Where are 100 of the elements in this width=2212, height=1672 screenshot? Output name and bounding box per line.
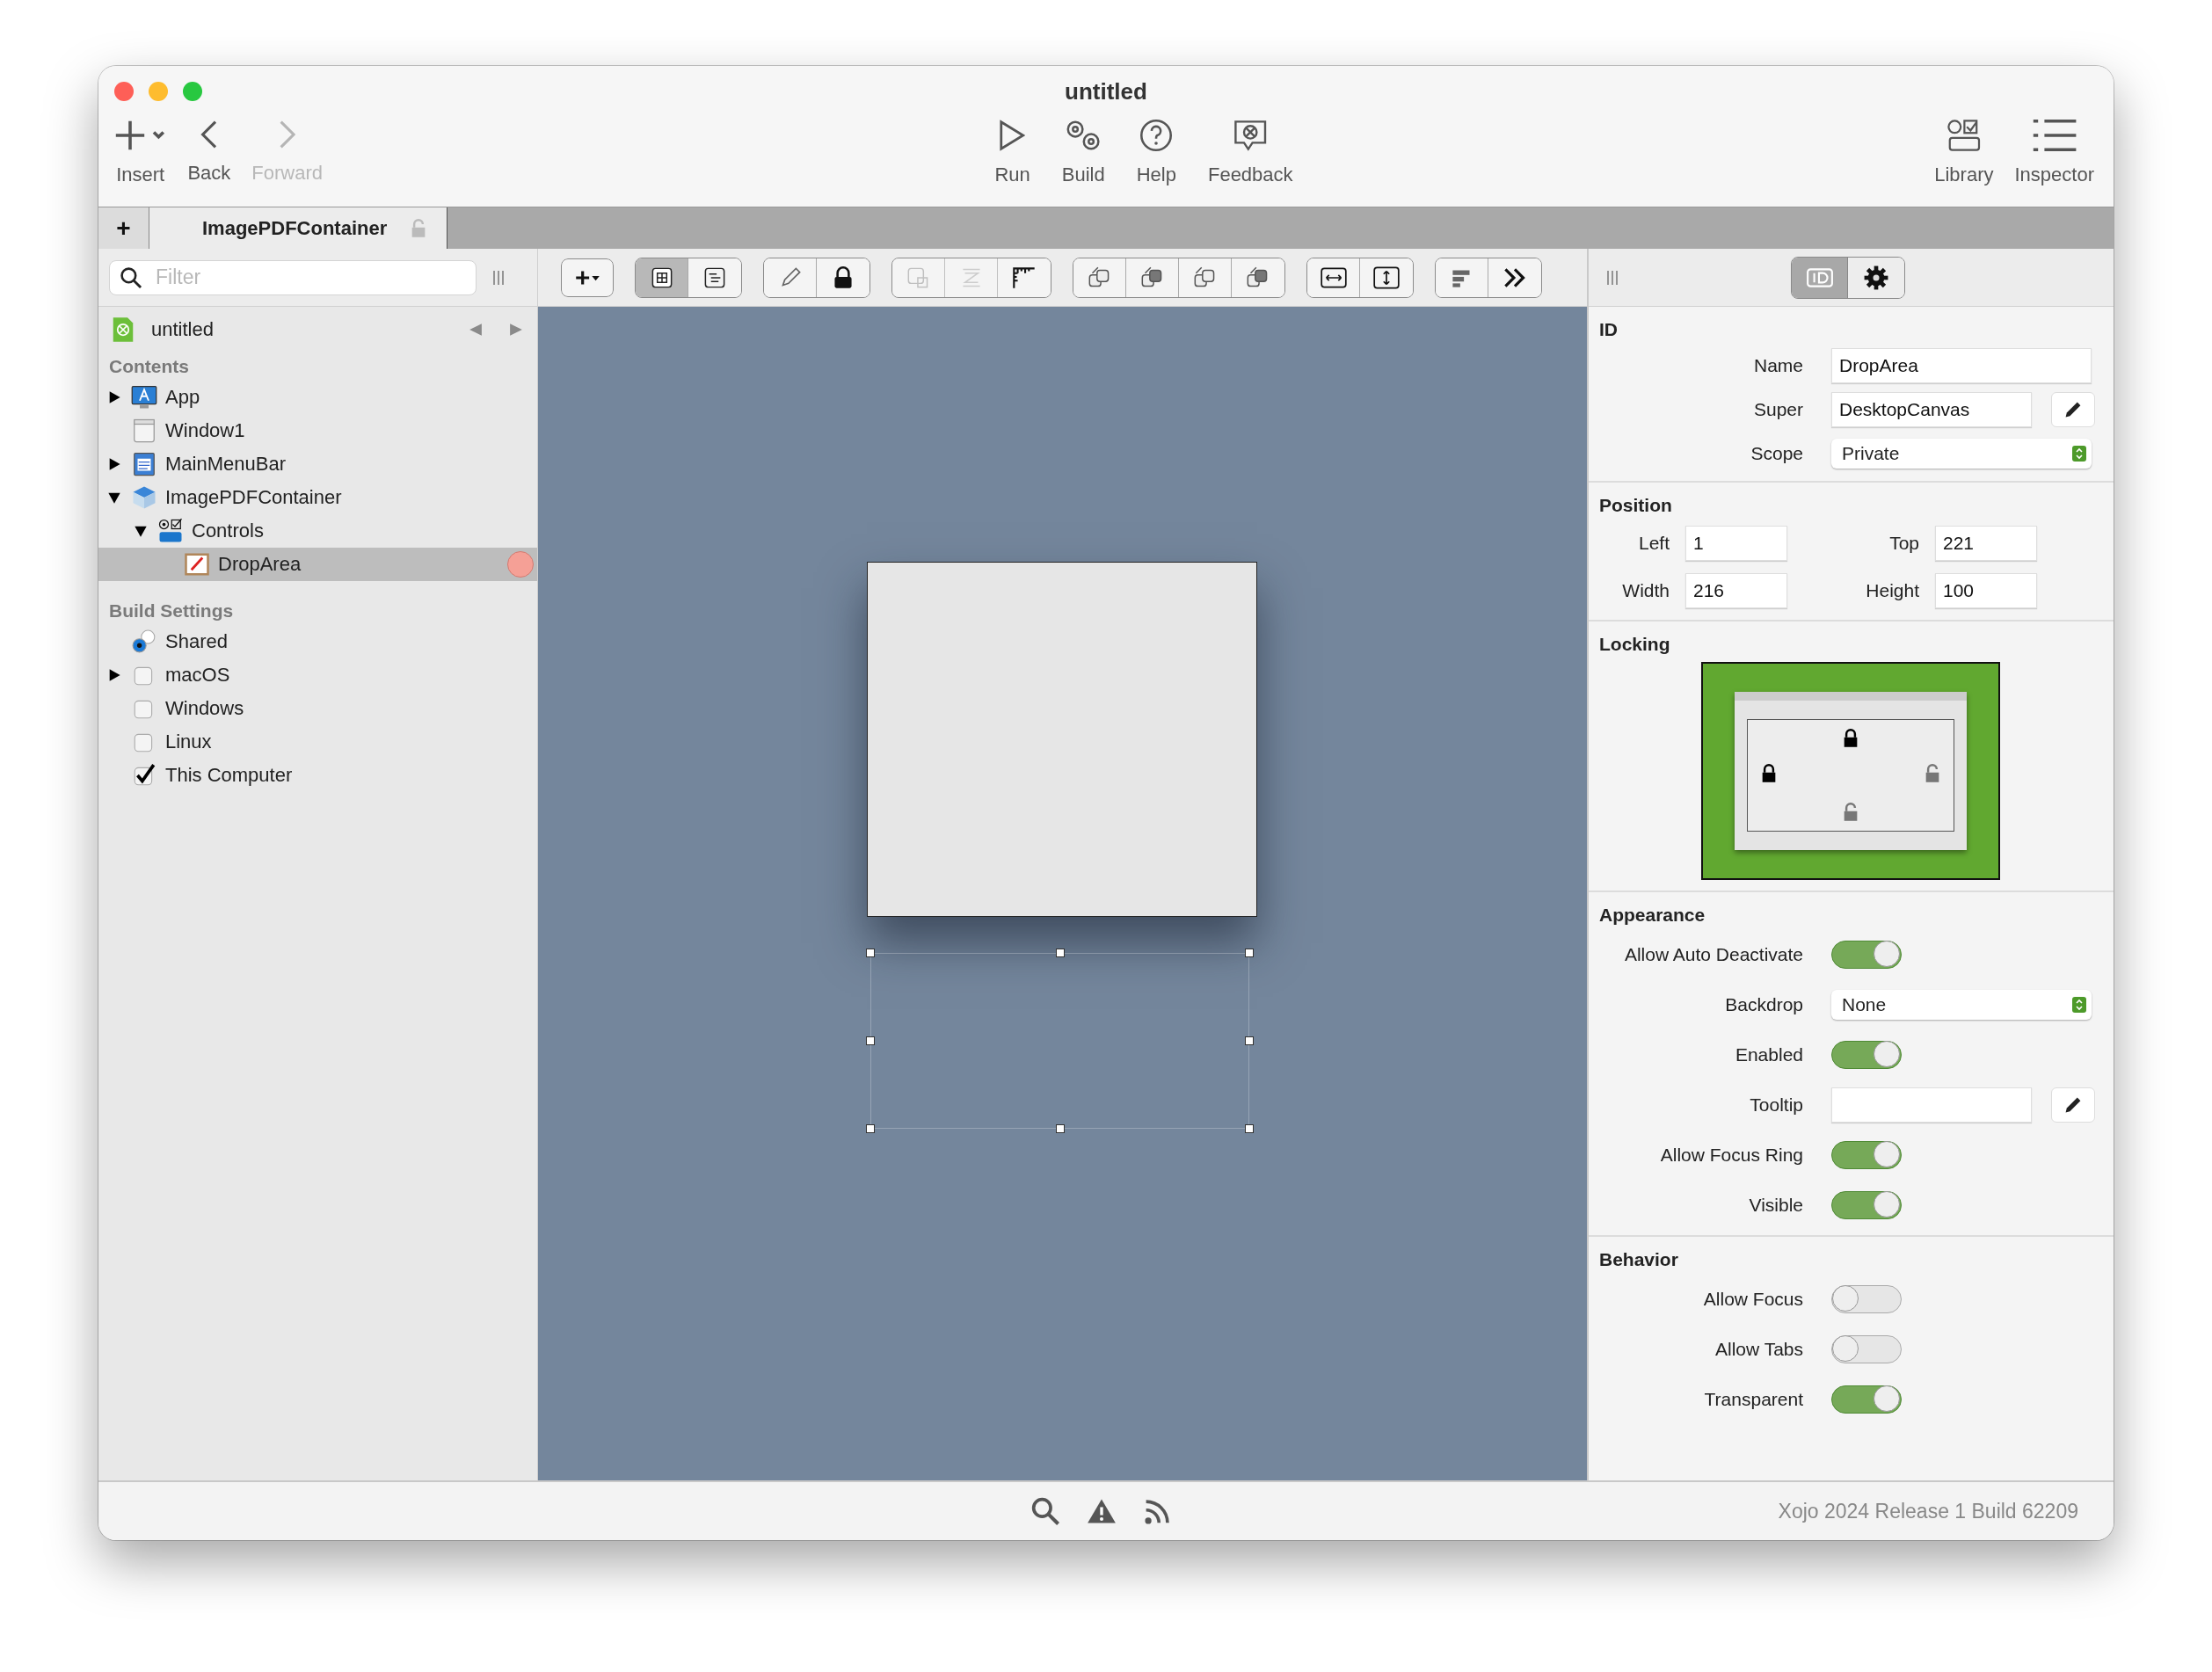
tree-item[interactable]: Window1 (98, 414, 537, 447)
disclosure-triangle-icon[interactable] (107, 491, 121, 505)
field-label: Left (1637, 533, 1670, 554)
item-label: DropArea (218, 553, 302, 576)
field-label: Top (1888, 533, 1919, 554)
build-setting-item[interactable]: Shared (98, 625, 537, 658)
build-setting-item[interactable]: Windows (98, 692, 537, 725)
toggle-switch[interactable] (1831, 1190, 1902, 1219)
toolbar-button[interactable]: Build (1054, 120, 1112, 186)
section-heading: Contents (108, 355, 190, 378)
toggle-switch[interactable] (1831, 1385, 1902, 1414)
item-label: Shared (165, 630, 228, 653)
help-icon (1140, 120, 1173, 151)
paintbrush-icon (183, 551, 211, 578)
property-label: Backdrop (1724, 993, 1803, 1015)
disclosure-triangle-icon[interactable] (107, 668, 121, 682)
property-label: Name (1752, 355, 1803, 376)
lock-icon[interactable] (1842, 729, 1859, 748)
search-icon[interactable] (1030, 1496, 1060, 1526)
version-label: Xojo 2024 Release 1 Build 62209 (1778, 1499, 2078, 1523)
triangle-right-icon[interactable] (509, 323, 523, 337)
toggle-switch[interactable] (1831, 1140, 1902, 1169)
radio-button[interactable] (132, 629, 156, 654)
input-field[interactable]: DropArea (1831, 348, 2092, 383)
property-label: Tooltip (1749, 1094, 1803, 1116)
build-setting-item[interactable]: This Computer (98, 759, 537, 792)
tree-item[interactable]: App (98, 381, 537, 414)
toggle-switch[interactable] (1831, 1040, 1902, 1069)
project-name: untitled (151, 318, 214, 341)
monitor-icon (130, 384, 158, 411)
speech-bubble-icon (1233, 120, 1268, 151)
tool-button[interactable] (1073, 258, 1126, 297)
toolbar-button[interactable]: Inspector (2007, 120, 2101, 186)
tool-button[interactable] (636, 258, 688, 297)
item-label: macOS (165, 664, 230, 687)
disclosure-triangle-icon[interactable] (107, 457, 121, 471)
toolbar-button[interactable]: Feedback (1200, 120, 1300, 186)
unlocked-lock-icon[interactable] (1924, 764, 1941, 783)
input-field[interactable]: DesktopCanvas (1831, 392, 2032, 427)
plus-icon (114, 120, 167, 151)
input-field[interactable]: 100 (1935, 573, 2037, 608)
edit-button[interactable] (2051, 1087, 2095, 1123)
tree-item[interactable]: MainMenuBar (98, 447, 537, 481)
tool-button[interactable] (1307, 258, 1360, 297)
popup-menu[interactable]: Private (1831, 439, 2092, 469)
chevron-right-icon (278, 120, 296, 149)
popup-arrows-icon (2072, 996, 2086, 1013)
input-field[interactable]: 216 (1685, 573, 1787, 608)
lock-icon[interactable] (1760, 764, 1778, 783)
window-title: untitled (1065, 78, 1147, 105)
section-heading: Locking (1599, 634, 1671, 655)
tree-item[interactable]: ImagePDFContainer (98, 481, 537, 514)
toolbar-button[interactable]: Insert (107, 120, 174, 186)
search-icon (120, 265, 142, 289)
tree-item[interactable]: DropArea (98, 548, 537, 581)
disclosure-triangle-icon[interactable] (107, 390, 121, 404)
popup-menu[interactable]: None (1831, 989, 2092, 1020)
item-label: MainMenuBar (165, 453, 286, 476)
property-label: Allow Focus Ring (1659, 1144, 1803, 1166)
input-field[interactable] (1831, 1087, 2032, 1123)
item-label: Window1 (165, 419, 245, 442)
popup-arrows-icon (2072, 446, 2086, 462)
gears-icon (1066, 120, 1102, 151)
checkbox[interactable] (132, 763, 156, 788)
toolbar-button[interactable]: Library (1927, 120, 2001, 186)
edit-button[interactable] (2051, 392, 2095, 427)
property-label: Transparent (1703, 1388, 1803, 1410)
toolbar-button[interactable]: Help (1129, 120, 1183, 186)
toolbar-button[interactable]: Back (180, 120, 238, 185)
play-icon (999, 120, 1026, 151)
property-label: Visible (1748, 1194, 1803, 1216)
section-heading: ID (1599, 319, 1619, 340)
field-label: Height (1865, 580, 1919, 601)
item-label: Windows (165, 697, 244, 720)
close-button[interactable] (114, 82, 134, 101)
property-label: Allow Focus (1702, 1288, 1803, 1310)
item-label: App (165, 386, 200, 409)
build-setting-item[interactable]: Linux (98, 725, 537, 759)
build-setting-item[interactable]: macOS (98, 658, 537, 692)
input-field[interactable]: 1 (1685, 526, 1787, 561)
add-tab-button[interactable]: + (98, 207, 149, 249)
item-label: This Computer (165, 764, 293, 787)
toggle-switch[interactable] (1831, 1284, 1902, 1313)
toggle-switch[interactable] (1831, 940, 1902, 969)
tool-button[interactable] (561, 258, 614, 297)
input-field[interactable]: 221 (1935, 526, 2037, 561)
toggle-switch[interactable] (1831, 1334, 1902, 1363)
item-label: Linux (165, 731, 212, 753)
property-label: Enabled (1734, 1043, 1803, 1065)
filter-field[interactable]: Filter (109, 259, 477, 295)
triangle-left-icon[interactable] (469, 323, 483, 337)
property-label: Allow Auto Deactivate (1623, 943, 1803, 965)
toolbar-button[interactable]: Run (987, 120, 1037, 186)
tree-item[interactable]: Controls (98, 514, 537, 548)
disclosure-triangle-icon[interactable] (134, 524, 148, 538)
tab[interactable]: ImagePDFContainer (149, 207, 448, 249)
property-label: Scope (1750, 443, 1803, 464)
section-heading: Position (1599, 495, 1673, 516)
unlocked-lock-icon[interactable] (1842, 803, 1859, 822)
property-label: Allow Tabs (1714, 1338, 1803, 1360)
